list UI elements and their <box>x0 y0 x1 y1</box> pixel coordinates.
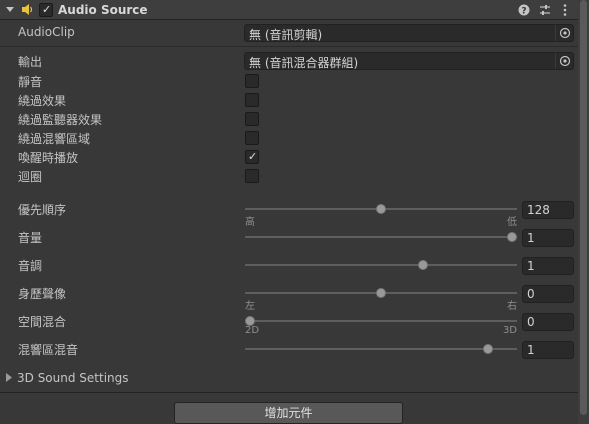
slider-value: 0 <box>527 287 535 301</box>
checkmark-icon: ✓ <box>42 3 52 16</box>
foldout-arrow-icon[interactable] <box>6 373 13 382</box>
slider-value-field[interactable]: 1 <box>522 341 574 359</box>
slider-label: 混響區混音 <box>18 343 79 357</box>
slider-label: 優先順序 <box>18 203 67 217</box>
foldout-arrow-icon[interactable] <box>6 7 14 12</box>
toggle-label: 繞過混響區域 <box>18 132 91 146</box>
slider-value: 128 <box>527 203 550 217</box>
slider-max-label: 低 <box>507 217 517 228</box>
slider-track[interactable] <box>245 320 517 322</box>
component-enabled-checkbox[interactable]: ✓ <box>39 3 53 17</box>
toggle-checkbox[interactable] <box>245 74 259 88</box>
toggle-label: 繞過效果 <box>18 94 67 108</box>
slider-track[interactable] <box>245 236 517 238</box>
checkmark-icon: ✓ <box>248 150 258 163</box>
object-picker-button[interactable] <box>555 25 573 41</box>
toggle-checkbox[interactable] <box>245 131 259 145</box>
slider-label: 音調 <box>18 259 43 273</box>
toggle-label: 迴圈 <box>18 170 43 184</box>
divider <box>0 392 578 393</box>
slider-label: 空間混合 <box>18 315 67 329</box>
toggle-label: 喚醒時播放 <box>18 151 79 165</box>
3d-sound-settings-foldout[interactable]: 3D Sound Settings <box>17 371 129 385</box>
help-icon[interactable]: ? <box>518 4 530 16</box>
slider-thumb[interactable] <box>483 344 494 354</box>
slider-max-label: 3D <box>502 325 517 336</box>
toggle-checkbox[interactable] <box>245 169 259 183</box>
slider-thumb[interactable] <box>507 232 517 242</box>
slider-label: 身歷聲像 <box>18 287 67 301</box>
slider-label: 音量 <box>18 231 43 245</box>
more-options-icon[interactable] <box>562 3 568 17</box>
svg-text:?: ? <box>521 7 526 17</box>
component-header[interactable]: ✓ Audio Source ? <box>0 0 589 20</box>
toggle-label: 靜音 <box>18 75 43 89</box>
slider-max-label: 右 <box>507 301 517 312</box>
output-value: 無 (音訊混合器群組) <box>249 56 359 70</box>
object-picker-icon <box>559 55 571 67</box>
add-component-button[interactable]: 增加元件 <box>174 402 403 424</box>
audioclip-label: AudioClip <box>18 25 75 39</box>
scrollbar[interactable] <box>578 0 589 424</box>
inspector-panel: ✓ Audio Source ? AudioClip 無 (音訊剪輯) 輸出 無… <box>0 0 589 424</box>
slider-thumb[interactable] <box>417 260 428 270</box>
object-picker-button[interactable] <box>555 53 573 69</box>
slider-value-field[interactable]: 0 <box>522 313 574 331</box>
toggle-checkbox[interactable]: ✓ <box>245 150 259 164</box>
slider-track[interactable] <box>245 348 517 350</box>
slider-value: 1 <box>527 343 535 357</box>
slider-value-field[interactable]: 0 <box>522 285 574 303</box>
slider-value-field[interactable]: 128 <box>522 201 574 219</box>
slider-value-field[interactable]: 1 <box>522 257 574 275</box>
output-field[interactable]: 無 (音訊混合器群組) <box>244 52 574 70</box>
slider-value: 1 <box>527 259 535 273</box>
slider-thumb[interactable] <box>376 288 386 298</box>
slider-min-label: 高 <box>245 217 255 228</box>
divider <box>0 46 578 47</box>
output-label: 輸出 <box>18 55 43 69</box>
toggle-label: 繞過監聽器效果 <box>18 113 103 127</box>
component-title: Audio Source <box>58 3 148 17</box>
object-picker-icon <box>559 27 571 39</box>
presets-icon[interactable] <box>539 4 551 16</box>
slider-value: 1 <box>527 231 535 245</box>
scrollbar-thumb[interactable] <box>580 0 587 415</box>
toggle-checkbox[interactable] <box>245 93 259 107</box>
toggle-checkbox[interactable] <box>245 112 259 126</box>
audioclip-value: 無 (音訊剪輯) <box>249 28 323 42</box>
audio-source-icon <box>22 4 33 15</box>
slider-min-label: 2D <box>245 325 260 336</box>
slider-value: 0 <box>527 315 535 329</box>
slider-track[interactable] <box>245 264 517 266</box>
slider-value-field[interactable]: 1 <box>522 229 574 247</box>
audioclip-field[interactable]: 無 (音訊剪輯) <box>244 24 574 42</box>
slider-thumb[interactable] <box>376 204 386 214</box>
slider-min-label: 左 <box>245 301 255 312</box>
